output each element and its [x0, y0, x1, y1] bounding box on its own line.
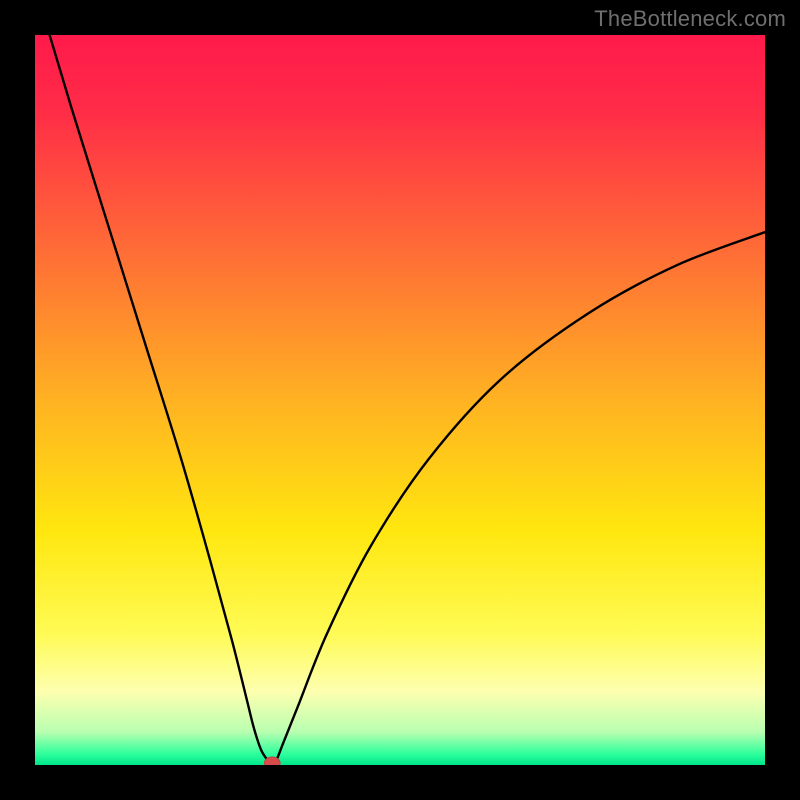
plot-area	[35, 35, 765, 765]
watermark-text: TheBottleneck.com	[594, 6, 786, 32]
outer-frame: TheBottleneck.com	[0, 0, 800, 800]
chart-svg	[35, 35, 765, 765]
gradient-background	[35, 35, 765, 765]
